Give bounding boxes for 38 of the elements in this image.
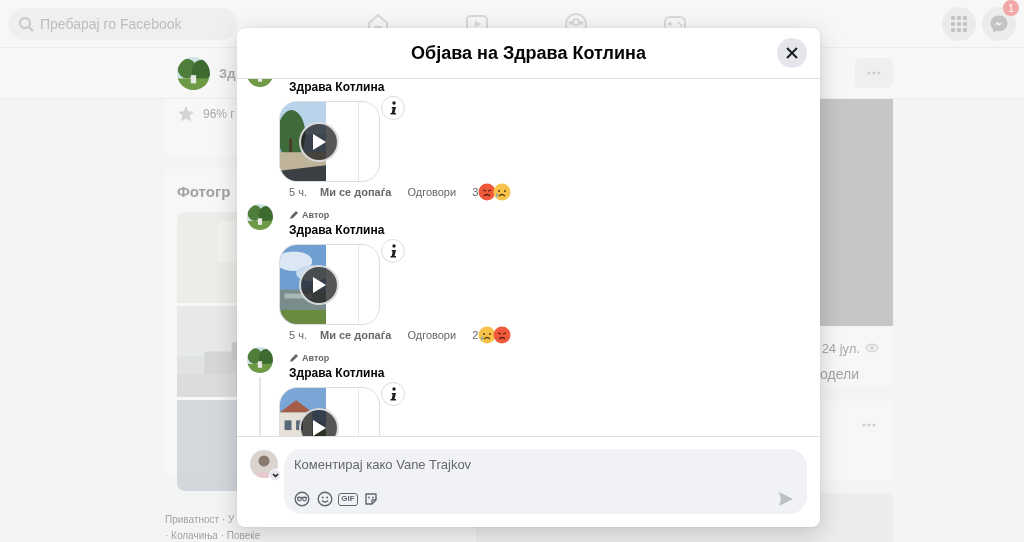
close-icon [785,46,799,60]
reaction-count: 2 [472,329,479,341]
info-button[interactable] [381,96,405,120]
rating-text: 96% г [203,107,235,121]
reaction-count: 3 [472,186,479,198]
user-avatar [250,450,278,478]
angry-reaction-icon [493,326,512,344]
reply-link[interactable]: Одговори [407,186,457,198]
comment-field[interactable]: Коментирај како Vane Trajkov GIF [284,449,807,514]
more-options-icon [867,71,881,75]
eye-icon [865,343,879,353]
chevron-down-icon [271,472,279,478]
video-attachment[interactable] [279,101,380,182]
play-icon [311,133,327,151]
page-avatar [177,56,210,90]
close-button[interactable] [777,38,807,68]
avatar-sticker-icon[interactable] [294,491,310,507]
info-icon [389,101,397,115]
comment-author[interactable]: Здрава Котлина [289,79,820,95]
comment-placeholder: Коментирај како Vane Trajkov [294,457,473,474]
more-options-icon [862,423,876,427]
post-date: 24 јул. [821,340,860,356]
search-icon [18,15,34,32]
page-name: Зд [219,65,236,81]
emoji-icon[interactable] [317,491,333,507]
sad-reaction-icon [478,326,497,344]
angry-reaction-icon [478,183,497,201]
sticker-icon[interactable] [363,491,379,507]
play-button[interactable] [299,122,339,162]
comment-time[interactable]: 5 ч. [289,186,307,198]
gif-button[interactable]: GIF [338,492,358,506]
star-icon [177,105,195,123]
notification-badge: 1 [1003,0,1019,16]
dialog-title: Објава на Здрава Котлина [411,42,646,64]
account-switch-button[interactable] [269,469,281,481]
photos-title: Фотогр [177,183,231,200]
sad-reaction-icon [493,183,512,201]
like-link[interactable]: Ми се допаѓа [319,186,392,198]
